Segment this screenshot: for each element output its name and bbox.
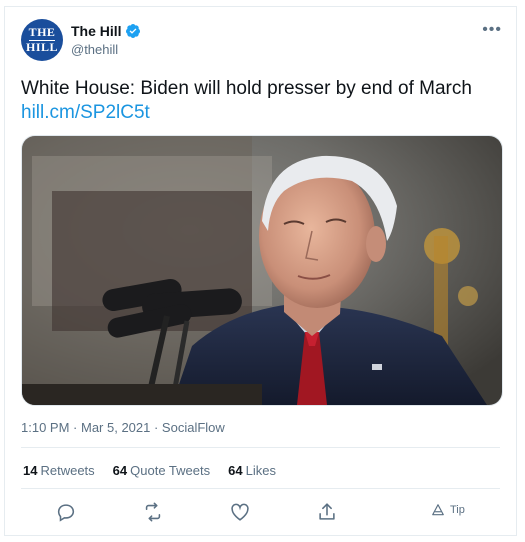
author-handle[interactable]: @thehill	[71, 42, 118, 57]
retweets-count: 14	[23, 463, 38, 478]
meta-separator: ·	[69, 420, 81, 435]
share-icon[interactable]	[316, 501, 338, 523]
tweet-source[interactable]: SocialFlow	[162, 420, 225, 435]
likes-count: 64	[228, 463, 243, 478]
tweet-stats: 14 Retweets 64 Quote Tweets 64 Likes	[23, 463, 276, 478]
likes-label: Likes	[245, 463, 276, 478]
tweet-link[interactable]: hill.cm/SP2lC5t	[21, 102, 150, 124]
tip-label: Tip	[450, 504, 465, 516]
tweet-date[interactable]: Mar 5, 2021	[81, 420, 150, 435]
verified-icon	[125, 24, 140, 38]
avatar-text-bottom: HILL	[25, 39, 58, 54]
heart-icon[interactable]	[229, 501, 251, 523]
more-icon[interactable]: •••	[482, 21, 502, 39]
retweet-icon[interactable]	[142, 501, 164, 523]
author-display-name[interactable]: The Hill	[71, 23, 122, 39]
tweet-meta: 1:10 PM · Mar 5, 2021 · SocialFlow	[21, 420, 225, 435]
reply-icon[interactable]	[55, 501, 77, 523]
author-name-row[interactable]: The Hill	[71, 23, 141, 39]
tweet-text: White House: Biden will hold presser by …	[21, 78, 472, 99]
avatar-text-top: THE	[28, 25, 56, 40]
tip-icon	[432, 504, 444, 516]
tweet-time[interactable]: 1:10 PM	[21, 420, 69, 435]
divider-top	[21, 447, 500, 448]
retweets-label: Retweets	[40, 463, 95, 478]
quotes-label: Quote Tweets	[130, 463, 211, 478]
tweet-card: THE HILL The Hill @thehill ••• White Hou…	[4, 6, 517, 536]
divider-bottom	[21, 488, 500, 489]
quotes-stat[interactable]: 64 Quote Tweets	[113, 463, 210, 478]
tip-button[interactable]: Tip	[431, 503, 465, 517]
likes-stat[interactable]: 64 Likes	[228, 463, 276, 478]
tweet-photo[interactable]	[21, 135, 503, 406]
tweet-actions: Tip	[5, 501, 516, 525]
meta-separator-2: ·	[150, 420, 162, 435]
avatar[interactable]: THE HILL	[21, 19, 63, 61]
quotes-count: 64	[112, 463, 128, 478]
biden-photo-illustration	[22, 136, 502, 405]
retweets-stat[interactable]: 14 Retweets	[23, 463, 95, 478]
